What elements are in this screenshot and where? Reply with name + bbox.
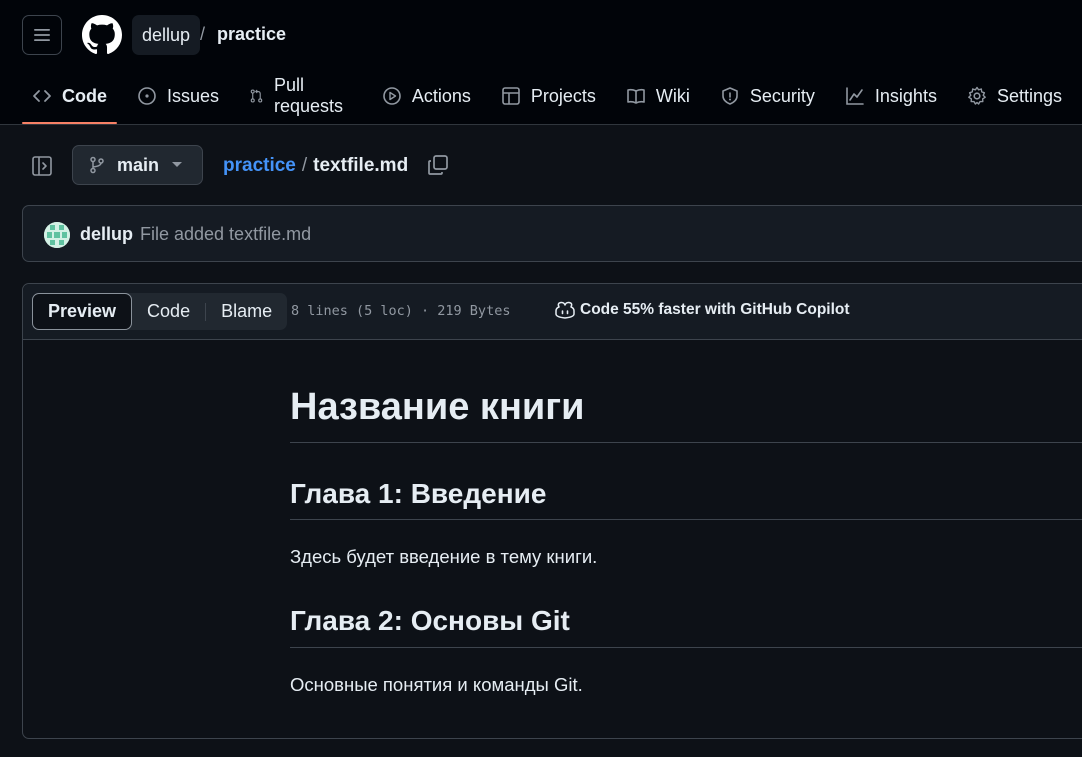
tab-label: Wiki: [655, 85, 690, 106]
heading-divider: [290, 519, 1082, 520]
breadcrumb: practice / textfile.md: [223, 155, 408, 177]
owner-label: dellup: [142, 24, 191, 45]
git-branch-icon: [90, 156, 104, 174]
tab-settings[interactable]: Settings: [957, 76, 1072, 116]
breadcrumb-repo-link[interactable]: practice: [223, 155, 296, 177]
breadcrumb-file-name: textfile.md: [313, 155, 409, 176]
view-mode-toggle: Preview Code Blame: [32, 293, 288, 330]
repo-link[interactable]: practice: [217, 24, 286, 45]
avatar[interactable]: [44, 222, 70, 248]
commit-author-link[interactable]: dellup: [80, 224, 133, 245]
code-icon: [33, 90, 51, 102]
sidebar-expand-icon: [32, 156, 52, 176]
file-header: Preview Code Blame 8 lines (5 loc) · 219…: [23, 284, 1082, 340]
book-icon: [627, 88, 645, 104]
tab-label: Settings: [996, 85, 1062, 106]
code-label: Code: [147, 301, 191, 321]
file-meta: 8 lines (5 loc) · 219 Bytes: [291, 303, 511, 319]
tab-label: Code: [62, 85, 107, 106]
graph-icon: [846, 87, 864, 105]
tab-issues[interactable]: Issues: [127, 76, 229, 116]
copilot-text: Code 55% faster with GitHub Copilot: [580, 301, 850, 318]
header-separator: /: [200, 24, 206, 44]
tab-label: Security: [749, 85, 815, 106]
app-header: dellup / practice Code Issues Pull reque…: [0, 0, 1082, 125]
tab-security[interactable]: Security: [710, 76, 825, 116]
heading-divider: [290, 442, 1082, 443]
latest-commit-box: dellup File added textfile.md: [22, 205, 1082, 262]
tab-label: Pull requests: [273, 75, 344, 116]
file-viewer: Preview Code Blame 8 lines (5 loc) · 219…: [22, 283, 1082, 739]
tab-label: Projects: [530, 85, 596, 106]
identicon-icon: [44, 222, 70, 248]
issue-icon: [138, 87, 156, 105]
repo-tabs: Code Issues Pull requests Actions Projec…: [22, 75, 1082, 124]
preview-button[interactable]: Preview: [32, 293, 133, 330]
gear-icon: [968, 86, 986, 105]
markdown-paragraph: Здесь будет введение в тему книги.: [290, 546, 598, 567]
commit-message[interactable]: File added textfile.md: [140, 224, 311, 245]
copilot-promo-link[interactable]: Code 55% faster with GitHub Copilot: [555, 301, 850, 319]
github-logo-icon[interactable]: [82, 15, 122, 55]
copy-path-icon[interactable]: [426, 153, 450, 177]
tab-insights[interactable]: Insights: [835, 76, 947, 116]
play-icon: [383, 87, 401, 105]
heading-divider: [290, 647, 1082, 648]
owner-link[interactable]: dellup: [132, 15, 201, 55]
hamburger-icon: [34, 29, 50, 41]
hamburger-menu-button[interactable]: [22, 15, 62, 55]
tab-label: Insights: [874, 85, 937, 106]
tab-label: Actions: [411, 85, 471, 106]
tab-wiki[interactable]: Wiki: [616, 76, 700, 116]
markdown-heading-2: Глава 2: Основы Git: [290, 605, 570, 636]
branch-name: main: [117, 154, 160, 175]
tab-code[interactable]: Code: [22, 76, 117, 124]
tab-actions[interactable]: Actions: [372, 76, 481, 116]
markdown-paragraph: Основные понятия и команды Git.: [290, 674, 583, 695]
chevron-down-icon: [172, 162, 182, 167]
toggle-sidebar-button[interactable]: [22, 146, 62, 186]
markdown-heading-2: Глава 1: Введение: [290, 478, 547, 509]
code-view-button[interactable]: Code: [132, 293, 205, 330]
table-icon: [502, 87, 520, 105]
blame-button[interactable]: Blame: [206, 293, 287, 330]
shield-icon: [722, 87, 738, 105]
markdown-heading-1: Название книги: [290, 386, 585, 428]
tab-projects[interactable]: Projects: [491, 76, 606, 116]
tab-pull-requests[interactable]: Pull requests: [239, 75, 362, 116]
blame-label: Blame: [221, 301, 273, 321]
copilot-icon: [555, 301, 575, 319]
preview-label: Preview: [48, 301, 117, 321]
tab-label: Issues: [167, 85, 220, 106]
branch-selector[interactable]: main: [72, 145, 203, 185]
breadcrumb-separator: /: [301, 155, 308, 176]
pull-request-icon: [250, 89, 263, 103]
